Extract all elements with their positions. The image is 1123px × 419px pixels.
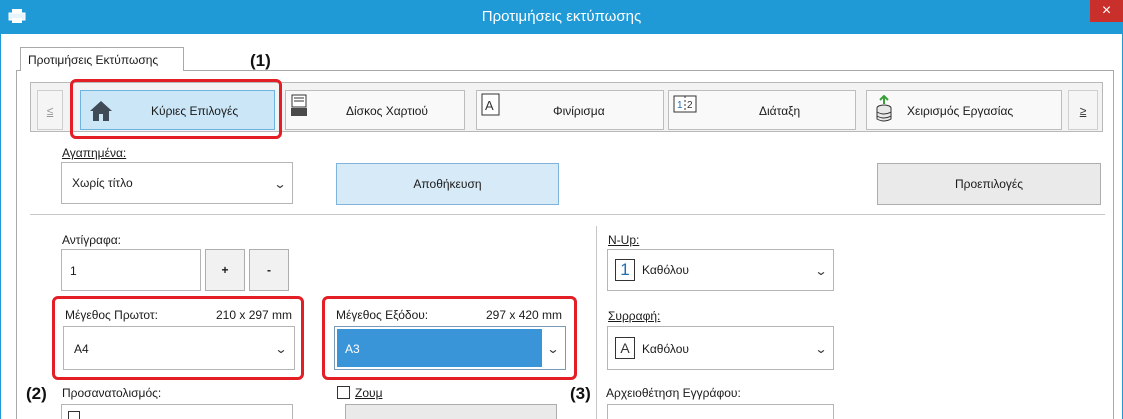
document-filing-label: Αρχειοθέτηση Εγγράφου: bbox=[606, 386, 741, 400]
finishing-icon: A bbox=[481, 93, 500, 116]
prev-category-button[interactable]: ≤ bbox=[37, 90, 63, 130]
defaults-button[interactable]: Προεπιλογές bbox=[877, 163, 1101, 205]
category-label: Χειρισμός Εργασίας bbox=[907, 104, 1014, 118]
copies-value: 1 bbox=[70, 264, 77, 278]
window-title: Προτιμήσεις εκτύπωσης bbox=[481, 8, 642, 25]
chevron-down-icon: ⌄ bbox=[814, 342, 828, 356]
output-size-label: Μέγεθος Εξόδου: bbox=[336, 308, 429, 322]
collate-value: Καθόλου bbox=[642, 342, 689, 356]
paper-tray-icon bbox=[291, 94, 307, 116]
chevron-down-icon: ⌄ bbox=[546, 342, 560, 356]
copies-label: Αντίγραφα: bbox=[62, 233, 122, 247]
zoom-settings-button bbox=[345, 404, 557, 419]
orientation-label: Προσανατολισμός: bbox=[62, 386, 162, 400]
svg-text:2: 2 bbox=[687, 100, 693, 111]
collate-label: Συρραφή: bbox=[608, 309, 661, 323]
chevron-down-icon: ⌄ bbox=[273, 177, 287, 191]
svg-text:1: 1 bbox=[677, 100, 683, 111]
favorites-label: Αγαπημένα: bbox=[62, 146, 127, 160]
highlight-main-options bbox=[70, 79, 282, 139]
job-handling-icon bbox=[876, 95, 892, 122]
copies-minus-button[interactable]: - bbox=[249, 249, 289, 291]
save-button[interactable]: Αποθήκευση bbox=[336, 163, 559, 205]
layout-icon: 1 2 bbox=[673, 95, 697, 113]
nup-icon: 1 bbox=[615, 259, 635, 281]
next-category-button[interactable]: ≥ bbox=[1068, 90, 1098, 130]
tab-print-preferences[interactable]: Προτιμήσεις Εκτύπωσης bbox=[20, 47, 184, 71]
original-size-label: Μέγεθος Πρωτοτ: bbox=[65, 308, 158, 322]
copies-input[interactable]: 1 bbox=[61, 249, 201, 291]
category-label: Διάταξη bbox=[759, 104, 801, 118]
chevron-down-icon: ⌄ bbox=[274, 342, 288, 356]
category-paper-tray[interactable]: Δίσκος Χαρτιού bbox=[285, 90, 465, 130]
original-size-dims: 210 x 297 mm bbox=[216, 308, 293, 322]
portrait-icon bbox=[68, 411, 80, 419]
section-divider bbox=[30, 214, 1105, 215]
output-size-selection bbox=[337, 329, 542, 367]
document-filing-dropdown[interactable] bbox=[607, 404, 834, 419]
nup-value: Καθόλου bbox=[642, 263, 689, 277]
orientation-dropdown[interactable] bbox=[61, 404, 293, 419]
column-divider bbox=[596, 226, 597, 419]
callout-1: (1) bbox=[250, 51, 271, 70]
category-layout[interactable]: 1 2 Διάταξη bbox=[668, 90, 856, 130]
title-bar: Προτιμήσεις εκτύπωσης bbox=[0, 0, 1123, 34]
callout-3: (3) bbox=[570, 384, 591, 403]
zoom-checkbox[interactable] bbox=[337, 386, 350, 399]
category-label: Δίσκος Χαρτιού bbox=[346, 104, 428, 118]
collate-dropdown[interactable]: A Καθόλου ⌄ bbox=[607, 326, 834, 370]
output-size-value: A3 bbox=[345, 342, 360, 356]
category-job-handling[interactable]: Χειρισμός Εργασίας bbox=[866, 90, 1062, 130]
original-size-value: A4 bbox=[74, 342, 89, 356]
output-size-dims: 297 x 420 mm bbox=[486, 308, 563, 322]
original-size-dropdown[interactable]: A4 ⌄ bbox=[63, 326, 295, 370]
favorites-value: Χωρίς τίτλο bbox=[72, 176, 133, 190]
callout-2: (2) bbox=[26, 384, 47, 403]
svg-text:A: A bbox=[485, 98, 494, 113]
output-size-dropdown[interactable]: A3 ⌄ bbox=[334, 326, 566, 370]
copies-plus-button[interactable]: + bbox=[205, 249, 245, 291]
zoom-label: Ζουμ bbox=[355, 386, 383, 400]
nup-dropdown[interactable]: 1 Καθόλου ⌄ bbox=[607, 249, 834, 291]
nup-label: N-Up: bbox=[608, 233, 640, 247]
close-button[interactable]: × bbox=[1090, 0, 1123, 22]
chevron-down-icon: ⌄ bbox=[814, 264, 828, 278]
favorites-dropdown[interactable]: Χωρίς τίτλο ⌄ bbox=[61, 162, 293, 204]
category-finishing[interactable]: A Φινίρισμα bbox=[476, 90, 664, 130]
collate-icon: A bbox=[615, 337, 635, 359]
category-label: Φινίρισμα bbox=[553, 104, 605, 118]
